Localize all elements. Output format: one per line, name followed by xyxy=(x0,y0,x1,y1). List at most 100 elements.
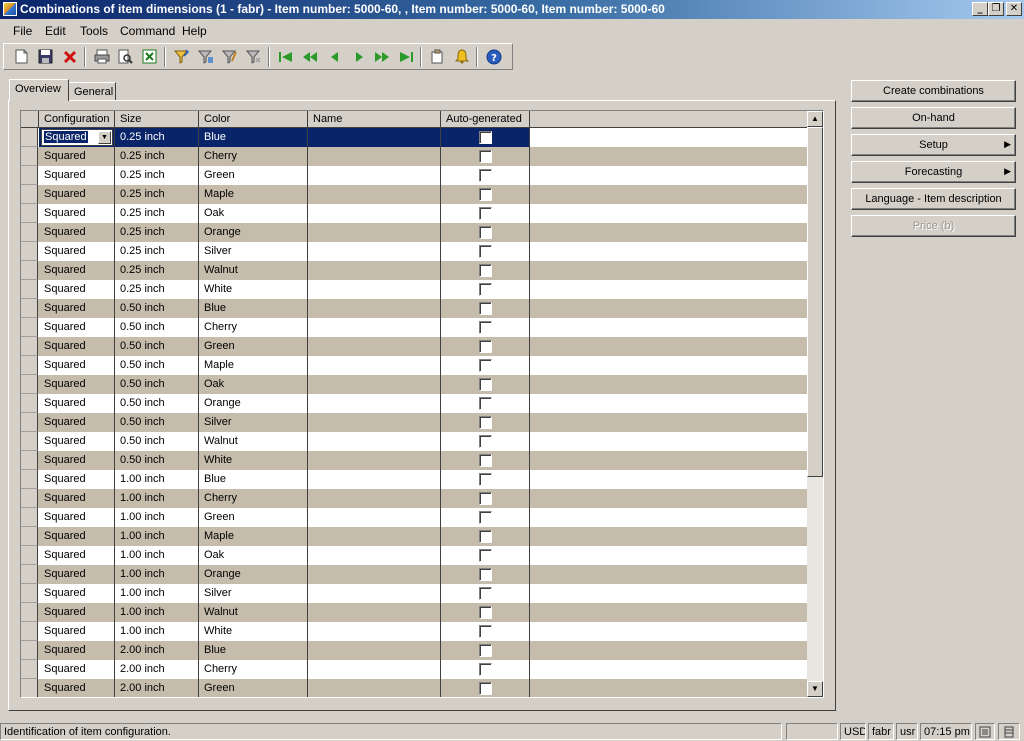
table-row[interactable]: Squared 1.00 inch Cherry xyxy=(21,489,809,508)
cell-name[interactable] xyxy=(308,470,441,489)
row-selector[interactable] xyxy=(21,375,38,394)
cell-configuration[interactable]: Squared xyxy=(39,641,115,660)
auto-generated-checkbox[interactable] xyxy=(479,663,492,676)
row-selector[interactable] xyxy=(21,660,38,679)
cell-color[interactable]: Blue xyxy=(199,470,308,489)
row-selector[interactable] xyxy=(21,185,38,204)
table-row[interactable]: Squared 0.50 inch Walnut xyxy=(21,432,809,451)
cell-name[interactable] xyxy=(308,128,441,147)
table-row[interactable]: Squared 0.25 inch Maple xyxy=(21,185,809,204)
cell-color[interactable]: Maple xyxy=(199,527,308,546)
row-selector-header[interactable] xyxy=(21,111,39,128)
cell-size[interactable]: 1.00 inch xyxy=(115,470,199,489)
auto-generated-checkbox[interactable] xyxy=(479,169,492,182)
previous-record-icon[interactable] xyxy=(324,47,343,66)
auto-generated-checkbox[interactable] xyxy=(479,283,492,296)
table-row[interactable]: Squared 2.00 inch Blue xyxy=(21,641,809,660)
cell-configuration[interactable]: Squared xyxy=(39,432,115,451)
table-row[interactable]: Squared 0.50 inch Blue xyxy=(21,299,809,318)
cell-name[interactable] xyxy=(308,299,441,318)
forecasting-button[interactable]: Forecasting ▶ xyxy=(851,161,1016,183)
row-selector[interactable] xyxy=(21,508,38,527)
row-selector[interactable] xyxy=(21,565,38,584)
auto-generated-checkbox[interactable] xyxy=(479,150,492,163)
cell-name[interactable] xyxy=(308,489,441,508)
row-selector[interactable] xyxy=(21,451,38,470)
cell-size[interactable]: 0.25 inch xyxy=(115,280,199,299)
cell-configuration[interactable]: Squared xyxy=(39,470,115,489)
cell-configuration[interactable]: Squared xyxy=(39,394,115,413)
cell-size[interactable]: 1.00 inch xyxy=(115,584,199,603)
auto-generated-checkbox[interactable] xyxy=(479,682,492,695)
row-selector[interactable] xyxy=(21,166,38,185)
cell-name[interactable] xyxy=(308,565,441,584)
advanced-filter-icon[interactable] xyxy=(196,47,215,66)
cell-size[interactable]: 0.50 inch xyxy=(115,318,199,337)
auto-generated-checkbox[interactable] xyxy=(479,302,492,315)
cell-color[interactable]: Cherry xyxy=(199,318,308,337)
print-icon[interactable] xyxy=(92,47,111,66)
table-row[interactable]: Squared 0.50 inch Orange xyxy=(21,394,809,413)
column-header-color[interactable]: Color xyxy=(199,111,308,128)
auto-generated-checkbox[interactable] xyxy=(479,511,492,524)
cell-color[interactable]: Orange xyxy=(199,223,308,242)
next-record-icon[interactable] xyxy=(350,47,369,66)
filter-by-selection-icon[interactable] xyxy=(172,47,191,66)
export-excel-icon[interactable] xyxy=(140,47,159,66)
cell-configuration[interactable]: Squared xyxy=(39,299,115,318)
scroll-up-button[interactable]: ▲ xyxy=(807,111,823,127)
auto-generated-checkbox[interactable] xyxy=(479,530,492,543)
cell-configuration[interactable]: Squared xyxy=(39,204,115,223)
cell-configuration[interactable]: Squared xyxy=(39,261,115,280)
vertical-scrollbar[interactable]: ▲ ▼ xyxy=(807,111,823,697)
table-row[interactable]: Squared 0.25 inch White xyxy=(21,280,809,299)
status-user[interactable]: usr xyxy=(896,723,918,740)
row-selector[interactable] xyxy=(21,546,38,565)
row-selector[interactable] xyxy=(21,527,38,546)
row-selector[interactable] xyxy=(21,204,38,223)
print-preview-icon[interactable] xyxy=(116,47,135,66)
auto-generated-checkbox[interactable] xyxy=(479,644,492,657)
cell-configuration[interactable]: Squared xyxy=(39,489,115,508)
cell-size[interactable]: 1.00 inch xyxy=(115,603,199,622)
cell-configuration[interactable]: Squared xyxy=(39,527,115,546)
auto-generated-checkbox[interactable] xyxy=(479,207,492,220)
cell-configuration[interactable]: Squared xyxy=(39,147,115,166)
table-row[interactable]: Squared 0.25 inch Silver xyxy=(21,242,809,261)
auto-generated-checkbox[interactable] xyxy=(479,321,492,334)
cell-size[interactable]: 0.25 inch xyxy=(115,242,199,261)
cell-color[interactable]: Green xyxy=(199,337,308,356)
cell-size[interactable]: 0.50 inch xyxy=(115,337,199,356)
cell-size[interactable]: 0.25 inch xyxy=(115,128,199,147)
cell-size[interactable]: 0.25 inch xyxy=(115,204,199,223)
on-hand-button[interactable]: On-hand xyxy=(851,107,1016,129)
row-selector[interactable] xyxy=(21,641,38,660)
table-row[interactable]: Squared 1.00 inch Silver xyxy=(21,584,809,603)
session-icon[interactable] xyxy=(975,723,995,740)
auto-generated-checkbox[interactable] xyxy=(479,416,492,429)
cell-color[interactable]: Oak xyxy=(199,546,308,565)
configuration-lookup-field[interactable]: Squared ▼ xyxy=(41,129,113,146)
cell-configuration[interactable]: Squared xyxy=(39,242,115,261)
cell-color[interactable]: Maple xyxy=(199,356,308,375)
auto-generated-checkbox[interactable] xyxy=(479,492,492,505)
table-row[interactable]: Squared 1.00 inch Maple xyxy=(21,527,809,546)
cell-color[interactable]: Orange xyxy=(199,394,308,413)
table-row[interactable]: Squared 1.00 inch Blue xyxy=(21,470,809,489)
cell-name[interactable] xyxy=(308,660,441,679)
cell-configuration[interactable]: Squared xyxy=(39,508,115,527)
help-icon[interactable]: ? xyxy=(484,47,503,66)
row-selector[interactable] xyxy=(21,603,38,622)
table-row[interactable]: Squared 0.25 inch Orange xyxy=(21,223,809,242)
table-row[interactable]: Squared ▼ 0.25 inch Blue xyxy=(21,128,809,147)
cell-color[interactable]: Walnut xyxy=(199,261,308,280)
previous-page-icon[interactable] xyxy=(300,47,319,66)
cell-color[interactable]: Silver xyxy=(199,584,308,603)
cell-configuration[interactable]: Squared xyxy=(39,679,115,697)
menu-edit[interactable]: Edit xyxy=(45,24,66,38)
cell-configuration[interactable]: Squared xyxy=(39,565,115,584)
status-company[interactable]: fabr xyxy=(868,723,894,740)
dropdown-arrow-icon[interactable]: ▼ xyxy=(98,131,111,144)
auto-generated-checkbox[interactable] xyxy=(479,397,492,410)
table-row[interactable]: Squared 0.50 inch Cherry xyxy=(21,318,809,337)
